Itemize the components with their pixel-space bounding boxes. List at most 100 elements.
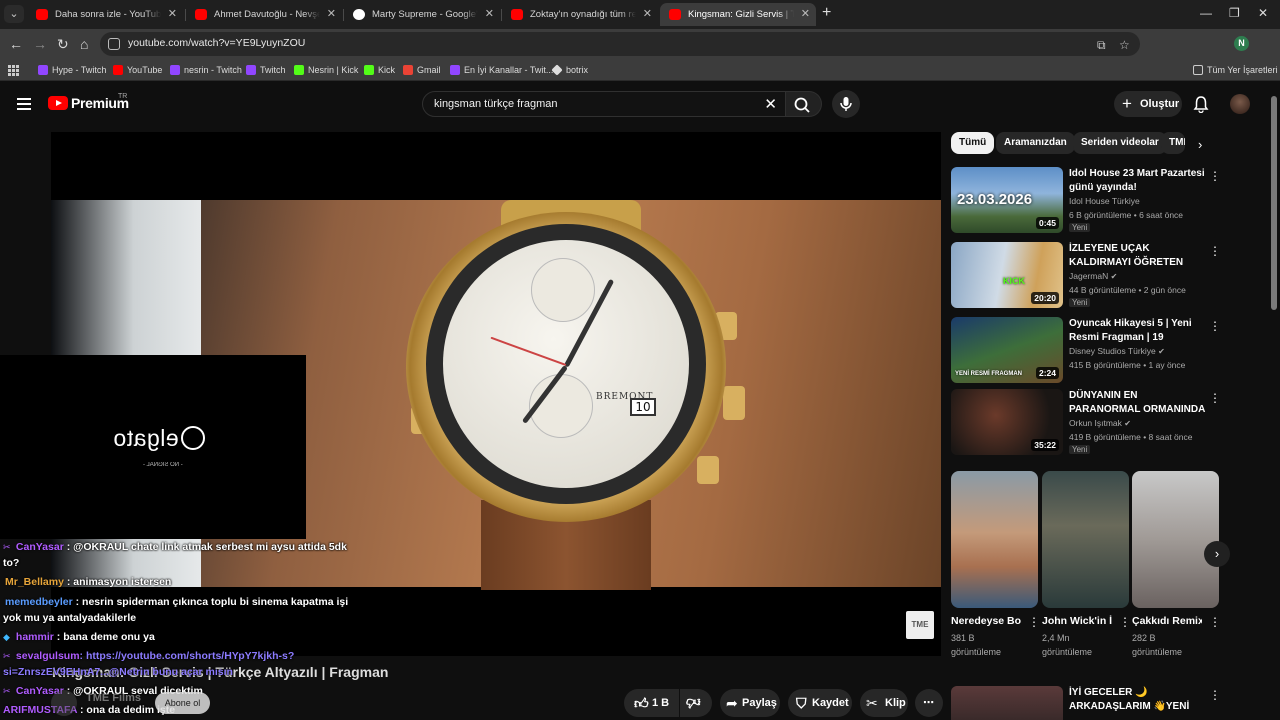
dislike-button[interactable]: 👍︎ — [680, 689, 712, 717]
channel-watermark[interactable]: TME — [906, 611, 934, 639]
clear-search-icon[interactable]: ✕ — [764, 95, 777, 113]
chip-series[interactable]: Seriden videolar — [1073, 132, 1167, 154]
video-thumbnail[interactable]: 35:22 — [951, 389, 1063, 455]
bookmark-item[interactable]: Nesrin | Kick — [294, 63, 358, 77]
video-channel[interactable]: Orkun Işıtmak ✔ — [1069, 418, 1131, 428]
video-channel[interactable]: Idol House Türkiye — [1069, 196, 1140, 206]
bookmark-star-icon[interactable]: ☆ — [1119, 38, 1130, 52]
shorts-thumbnail[interactable] — [1042, 471, 1129, 608]
search-button[interactable] — [786, 91, 822, 117]
search-input[interactable]: kingsman türkçe fragman ✕ — [422, 91, 786, 117]
bookmark-item[interactable]: YouTube — [113, 63, 162, 77]
video-title[interactable]: Oyuncak Hikayesi 5 | Yeni Resmi Fragman … — [1069, 317, 1209, 345]
video-thumbnail[interactable]: 23.03.2026 0:45 — [951, 167, 1063, 233]
browser-tab-active[interactable]: Kingsman: Gizli Servis | Türkçe A ✕ — [660, 3, 816, 26]
more-vertical-icon[interactable]: ⋮ — [1209, 688, 1221, 702]
install-app-icon[interactable]: ⧉ — [1097, 38, 1106, 53]
url-text[interactable]: youtube.com/watch?v=YE9LyuynZOU — [128, 37, 305, 49]
site-info-icon[interactable] — [108, 38, 120, 50]
bookmark-item[interactable]: Kick — [364, 63, 395, 77]
more-actions-button[interactable]: ⋯ — [915, 689, 943, 717]
more-vertical-icon[interactable]: ⋮ — [1209, 244, 1221, 258]
shorts-title[interactable]: John Wick'in İntikamı ... — [1042, 614, 1112, 629]
address-bar[interactable]: youtube.com/watch?v=YE9LyuynZOU ⧉ ☆ — [100, 32, 1140, 56]
forward-icon[interactable]: → — [33, 35, 47, 53]
shorts-next-button[interactable]: › — [1204, 541, 1230, 567]
more-vertical-icon[interactable]: ⋮ — [1209, 319, 1221, 333]
close-tab-icon[interactable]: ✕ — [327, 3, 336, 26]
browser-tab[interactable]: Ahmet Davutoğlu - Nevşehir - Y ✕ — [186, 3, 342, 26]
bookmark-item[interactable]: Twitch — [246, 63, 286, 77]
bookmark-item[interactable]: Hype - Twitch — [38, 63, 106, 77]
video-thumbnail[interactable] — [951, 686, 1063, 720]
chip-from-search[interactable]: Aramanızdan — [996, 132, 1075, 154]
chip-all[interactable]: Tümü — [951, 132, 995, 154]
new-tab-button[interactable]: + — [822, 4, 831, 22]
menu-icon[interactable] — [17, 98, 31, 110]
tab-search-button[interactable]: ⌄ — [4, 5, 24, 23]
video-thumbnail[interactable]: KICK 20:20 — [951, 242, 1063, 308]
shorts-title[interactable]: Çakkıdı Remix ... — [1132, 614, 1202, 629]
home-icon[interactable]: ⌂ — [80, 35, 88, 53]
clip-button[interactable]: ✂ Klip — [860, 689, 908, 717]
bookmark-item[interactable]: botrix — [551, 63, 588, 77]
search-query[interactable]: kingsman türkçe fragman — [434, 98, 558, 110]
video-title[interactable]: İZLEYENE UÇAK KALDIRMAYI ÖĞRETEN KİCK ED… — [1069, 242, 1209, 270]
reload-icon[interactable]: ↻ — [57, 35, 69, 53]
like-button[interactable]: 👍︎ 1 B — [624, 689, 679, 717]
shorts-thumbnail[interactable] — [1132, 471, 1219, 608]
related-video[interactable]: 35:22 DÜNYANIN EN PARANORMAL ORMANINDA 1… — [951, 389, 1226, 459]
related-video[interactable]: 23.03.2026 0:45 Idol House 23 Mart Pazar… — [951, 167, 1226, 237]
channel-avatar[interactable] — [51, 690, 77, 716]
minimize-icon[interactable]: — — [1200, 6, 1212, 20]
chip-tme[interactable]: TME — [1161, 132, 1185, 154]
browser-tab[interactable]: Marty Supreme - Google'da Ar ✕ — [344, 3, 500, 26]
shorts-thumbnail[interactable] — [951, 471, 1038, 608]
video-title[interactable]: DÜNYANIN EN PARANORMAL ORMANINDA 1 GECE! — [1069, 389, 1209, 417]
close-tab-icon[interactable]: ✕ — [801, 3, 810, 26]
shorts-item[interactable]: Çakkıdı Remix ... 282 B görüntüleme ⋮ — [1132, 471, 1221, 659]
more-vertical-icon[interactable]: ⋮ — [1119, 615, 1131, 629]
more-vertical-icon[interactable]: ⋮ — [1209, 615, 1221, 629]
more-vertical-icon[interactable]: ⋮ — [1209, 391, 1221, 405]
save-button[interactable]: ⛉ Kaydet — [788, 689, 852, 717]
maximize-icon[interactable]: ❐ — [1229, 6, 1240, 20]
shorts-title[interactable]: Neredeyse Boğuluyorl... — [951, 614, 1021, 629]
close-tab-icon[interactable]: ✕ — [485, 3, 494, 26]
related-video[interactable]: İYİ GECELER 🌙 ARKADAŞLARIM 👋YENİ DİYE...… — [951, 686, 1226, 720]
page-scrollbar[interactable] — [1271, 96, 1277, 310]
back-icon[interactable]: ← — [9, 35, 23, 53]
youtube-logo-icon[interactable] — [48, 96, 68, 110]
browser-tab[interactable]: Zoktay'ın oynadığı tüm reklaml ✕ — [502, 3, 658, 26]
watch-subdial-image — [531, 258, 595, 322]
create-button[interactable]: + Oluştur — [1114, 91, 1182, 117]
related-video[interactable]: YENİ RESMİ FRAGMAN 2:24 Oyuncak Hikayesi… — [951, 317, 1226, 387]
profile-avatar[interactable]: N — [1234, 36, 1249, 51]
related-video[interactable]: KICK 20:20 İZLEYENE UÇAK KALDIRMAYI ÖĞRE… — [951, 242, 1226, 312]
bookmark-item[interactable]: nesrin - Twitch — [170, 63, 242, 77]
subscribe-button[interactable]: Abone ol — [155, 692, 210, 714]
video-title[interactable]: İYİ GECELER 🌙 ARKADAŞLARIM 👋YENİ DİYE... — [1069, 686, 1209, 714]
chevron-right-icon[interactable]: › — [1198, 137, 1202, 152]
shorts-item[interactable]: Neredeyse Boğuluyorl... 381 B görüntüleme… — [951, 471, 1040, 659]
close-window-icon[interactable]: ✕ — [1258, 6, 1268, 20]
shorts-item[interactable]: John Wick'in İntikamı ... 2,4 Mn görüntül… — [1042, 471, 1131, 659]
video-thumbnail[interactable]: YENİ RESMİ FRAGMAN 2:24 — [951, 317, 1063, 383]
more-vertical-icon[interactable]: ⋮ — [1028, 615, 1040, 629]
share-button[interactable]: ➦ Paylaş — [720, 689, 780, 717]
browser-tab[interactable]: Daha sonra izle - YouTube ✕ — [27, 3, 183, 26]
account-avatar[interactable] — [1230, 94, 1250, 114]
bookmark-item[interactable]: Gmail — [403, 63, 441, 77]
close-tab-icon[interactable]: ✕ — [643, 3, 652, 26]
all-bookmarks-folder[interactable]: Tüm Yer İşaretleri — [1193, 63, 1278, 77]
notifications-bell-icon[interactable] — [1192, 95, 1210, 113]
video-title[interactable]: Idol House 23 Mart Pazartesi günü yayınd… — [1069, 167, 1209, 195]
channel-name[interactable]: TME Films — [86, 692, 141, 704]
video-channel[interactable]: JagermaN ✔ — [1069, 271, 1117, 281]
close-tab-icon[interactable]: ✕ — [168, 3, 177, 26]
voice-search-button[interactable] — [832, 90, 860, 118]
bookmark-item[interactable]: En İyi Kanallar - Twit... — [450, 63, 553, 77]
video-channel[interactable]: Disney Studios Türkiye ✔ — [1069, 346, 1165, 356]
apps-grid-icon[interactable] — [8, 65, 19, 76]
more-vertical-icon[interactable]: ⋮ — [1209, 169, 1221, 183]
